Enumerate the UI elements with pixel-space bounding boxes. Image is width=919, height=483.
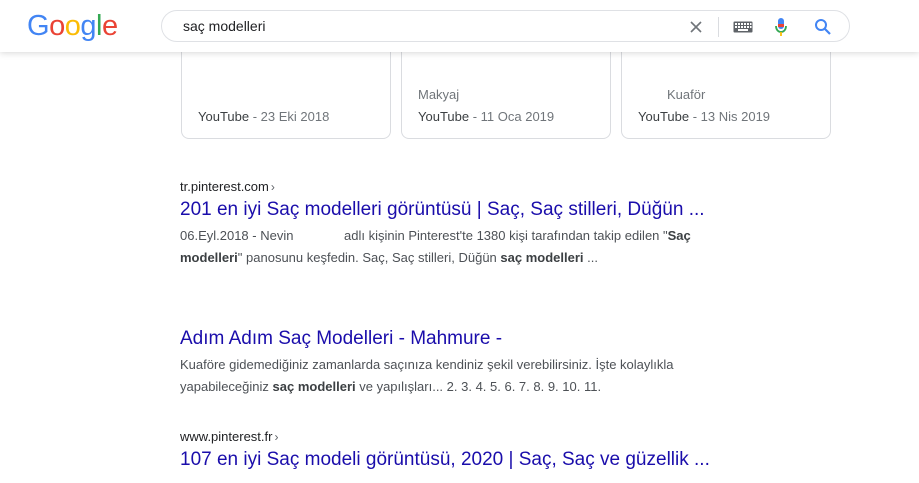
result-snippet: Kuaföre gidemediğiniz zamanlarda saçınız… [180, 354, 800, 398]
snippet-text: " panosunu keşfedin. Saç, Saç stilleri, … [237, 250, 501, 265]
video-card[interactable]: YouTube - 23 Eki 2018 [181, 40, 391, 139]
snippet-highlight: modelleri [180, 250, 238, 265]
video-channel: Kuaför [667, 87, 706, 102]
result-url[interactable]: www.pinterest.fr › [180, 429, 800, 444]
microphone-icon[interactable] [770, 16, 792, 38]
logo-letter: o [49, 10, 65, 42]
video-meta: YouTube - 23 Eki 2018 [198, 109, 329, 124]
search-divider [718, 17, 719, 37]
snippet-highlight: saç modelleri [500, 250, 584, 265]
video-date: 13 Nis 2019 [700, 109, 771, 124]
snippet-text: ve yapılışları... 2. 3. 4. 5. 6. 7. 8. 9… [355, 379, 602, 394]
meta-separator: - [689, 109, 701, 124]
search-result: Adım Adım Saç Modelleri - Mahmure - Kuaf… [180, 326, 800, 398]
video-channel: Makyaj [418, 87, 460, 102]
meta-separator: - [469, 109, 481, 124]
video-meta: YouTube - 13 Nis 2019 [638, 109, 770, 124]
logo-letter: e [101, 10, 118, 42]
keyboard-icon[interactable] [732, 16, 754, 38]
google-logo[interactable]: Google [27, 10, 118, 42]
result-domain: tr.pinterest.com [180, 179, 269, 194]
snippet-highlight: saç modelleri [272, 379, 356, 394]
video-source: YouTube [418, 109, 470, 124]
video-source: YouTube [638, 109, 690, 124]
result-domain: www.pinterest.fr [180, 429, 273, 444]
snippet-text: 06.Eyl.2018 - Nevin adlı kişinin Pintere… [180, 228, 668, 243]
video-date: 11 Oca 2019 [480, 109, 555, 124]
snippet-text: Kuaföre gidemediğiniz zamanlarda saçınız… [180, 357, 674, 372]
logo-letter: o [64, 10, 81, 42]
search-result: tr.pinterest.com › 201 en iyi Saç modelle… [180, 179, 800, 269]
search-result: www.pinterest.fr › 107 en iyi Saç modeli … [180, 429, 800, 473]
snippet-text: ... [583, 250, 598, 265]
snippet-text: yapabileceğiniz [180, 379, 273, 394]
meta-separator: - [249, 109, 261, 124]
video-card[interactable]: Kuaför YouTube - 13 Nis 2019 [621, 40, 831, 139]
search-header: Google [0, 0, 919, 52]
close-icon[interactable] [685, 16, 707, 38]
snippet-highlight: Saç [667, 228, 691, 243]
logo-letter: G [27, 10, 50, 42]
search-box [161, 10, 850, 42]
result-url[interactable]: tr.pinterest.com › [180, 179, 800, 194]
breadcrumb-arrow-icon: › [270, 180, 275, 194]
search-input[interactable] [183, 16, 673, 36]
breadcrumb-arrow-icon: › [274, 430, 279, 444]
result-title-link[interactable]: 107 en iyi Saç modeli görüntüsü, 2020 | … [180, 447, 800, 473]
result-title-link[interactable]: 201 en iyi Saç modelleri görüntüsü | Saç… [180, 197, 800, 223]
video-source: YouTube [198, 109, 250, 124]
result-snippet: 06.Eyl.2018 - Nevin adlı kişinin Pintere… [180, 225, 800, 269]
video-date: 23 Eki 2018 [260, 109, 330, 124]
video-card[interactable]: Makyaj YouTube - 11 Oca 2019 [401, 40, 611, 139]
logo-letter: g [80, 10, 96, 42]
result-title-link[interactable]: Adım Adım Saç Modelleri - Mahmure - [180, 326, 800, 352]
video-meta: YouTube - 11 Oca 2019 [418, 109, 554, 124]
search-icon[interactable] [812, 16, 834, 38]
